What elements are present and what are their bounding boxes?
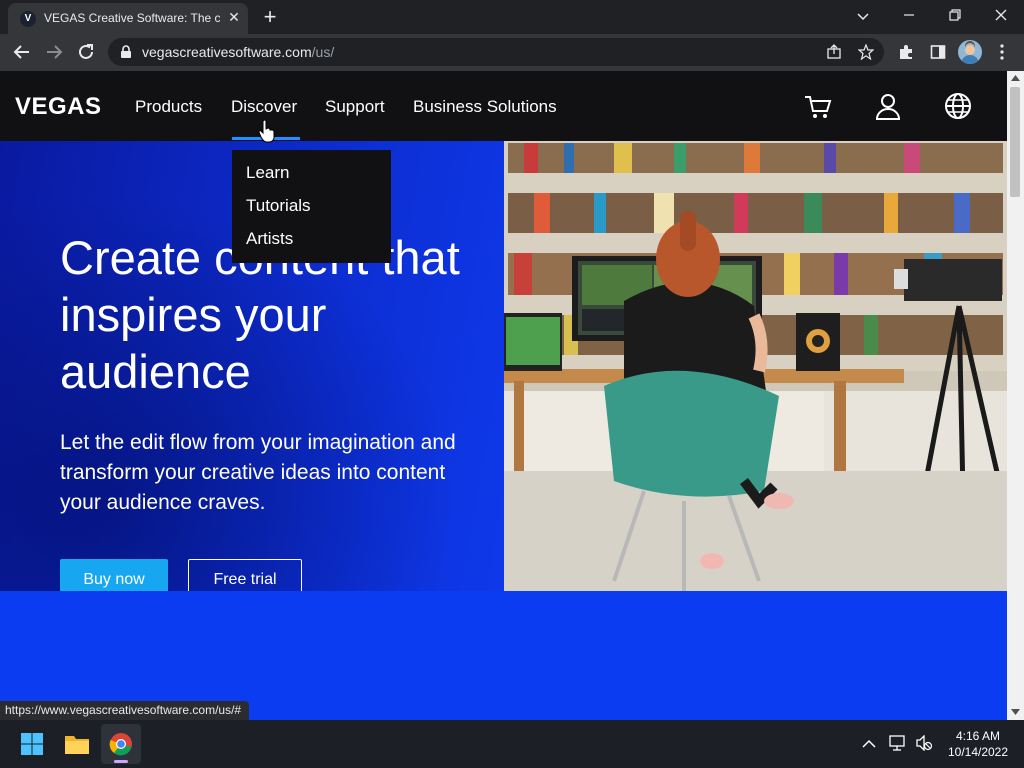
restore-button[interactable] [935,4,975,28]
link-status-bar: https://www.vegascreativesoftware.com/us… [0,701,250,720]
site-navbar: VEGAS Products Discover Support Business… [0,71,1007,143]
scrollbar-thumb[interactable] [1010,87,1020,197]
extensions-puzzle-icon[interactable] [894,40,918,64]
vegas-logo[interactable]: VEGAS [15,93,102,121]
cart-icon[interactable] [803,91,833,121]
hand-cursor-icon [258,119,275,143]
scroll-down-arrow-icon[interactable] [1011,709,1020,715]
chrome-menu-icon[interactable] [990,40,1014,64]
url-text: vegascreativesoftware.com/us/ [142,44,335,60]
chrome-taskbar-icon[interactable] [101,724,141,764]
vegas-favicon-icon: V [20,11,36,27]
bookmark-star-icon[interactable] [854,40,878,64]
hero-section: Create content that inspires your audien… [0,141,1007,601]
minimize-button[interactable] [889,4,929,28]
back-arrow-icon[interactable] [10,40,34,64]
new-tab-button[interactable]: + [258,5,282,29]
account-icon[interactable] [873,91,903,121]
lock-icon[interactable] [120,45,132,64]
nav-discover[interactable]: Discover [231,97,297,117]
browser-tab-strip: V VEGAS Creative Software: The cc ✕ + [0,0,1024,34]
close-window-button[interactable] [981,4,1021,28]
volume-muted-icon[interactable] [915,734,933,756]
reload-icon[interactable] [74,40,98,64]
windows-start-icon[interactable] [12,724,52,764]
taskbar-clock[interactable]: 4:16 AM 10/14/2022 [940,728,1016,760]
hero-subtitle: Let the edit flow from your imagination … [60,431,456,514]
active-app-indicator [114,760,128,763]
tab-close-icon[interactable]: ✕ [226,9,242,25]
page-viewport: Create content that inspires your audien… [0,71,1007,720]
nav-business-solutions[interactable]: Business Solutions [413,97,557,117]
nav-support[interactable]: Support [325,97,385,117]
share-icon[interactable] [822,40,846,64]
page-scrollbar[interactable] [1007,71,1024,720]
browser-tab-active[interactable]: V VEGAS Creative Software: The cc ✕ [8,3,248,34]
tray-chevron-up-icon[interactable] [862,736,876,754]
clock-date: 10/14/2022 [947,745,1009,759]
windows-taskbar: 4:16 AM 10/14/2022 [0,720,1024,768]
network-icon[interactable] [889,735,907,756]
clock-time: 4:16 AM [955,729,1001,743]
discover-dropdown-menu: Learn Tutorials Artists [232,150,391,263]
dropdown-item-tutorials[interactable]: Tutorials [246,196,311,216]
hero-photo [504,141,1007,591]
file-explorer-icon[interactable] [57,724,97,764]
tab-search-chevron-icon[interactable] [843,4,883,28]
nav-products[interactable]: Products [135,97,202,117]
scroll-up-arrow-icon[interactable] [1011,75,1020,81]
dropdown-item-artists[interactable]: Artists [246,229,293,249]
dropdown-item-learn[interactable]: Learn [246,163,289,183]
profile-avatar[interactable] [958,40,982,64]
forward-arrow-icon[interactable] [42,40,66,64]
browser-toolbar: vegascreativesoftware.com/us/ [0,34,1024,72]
address-bar[interactable]: vegascreativesoftware.com/us/ [108,38,884,66]
globe-icon[interactable] [943,91,973,121]
tab-title: VEGAS Creative Software: The cc [44,11,220,25]
side-panel-icon[interactable] [926,40,950,64]
